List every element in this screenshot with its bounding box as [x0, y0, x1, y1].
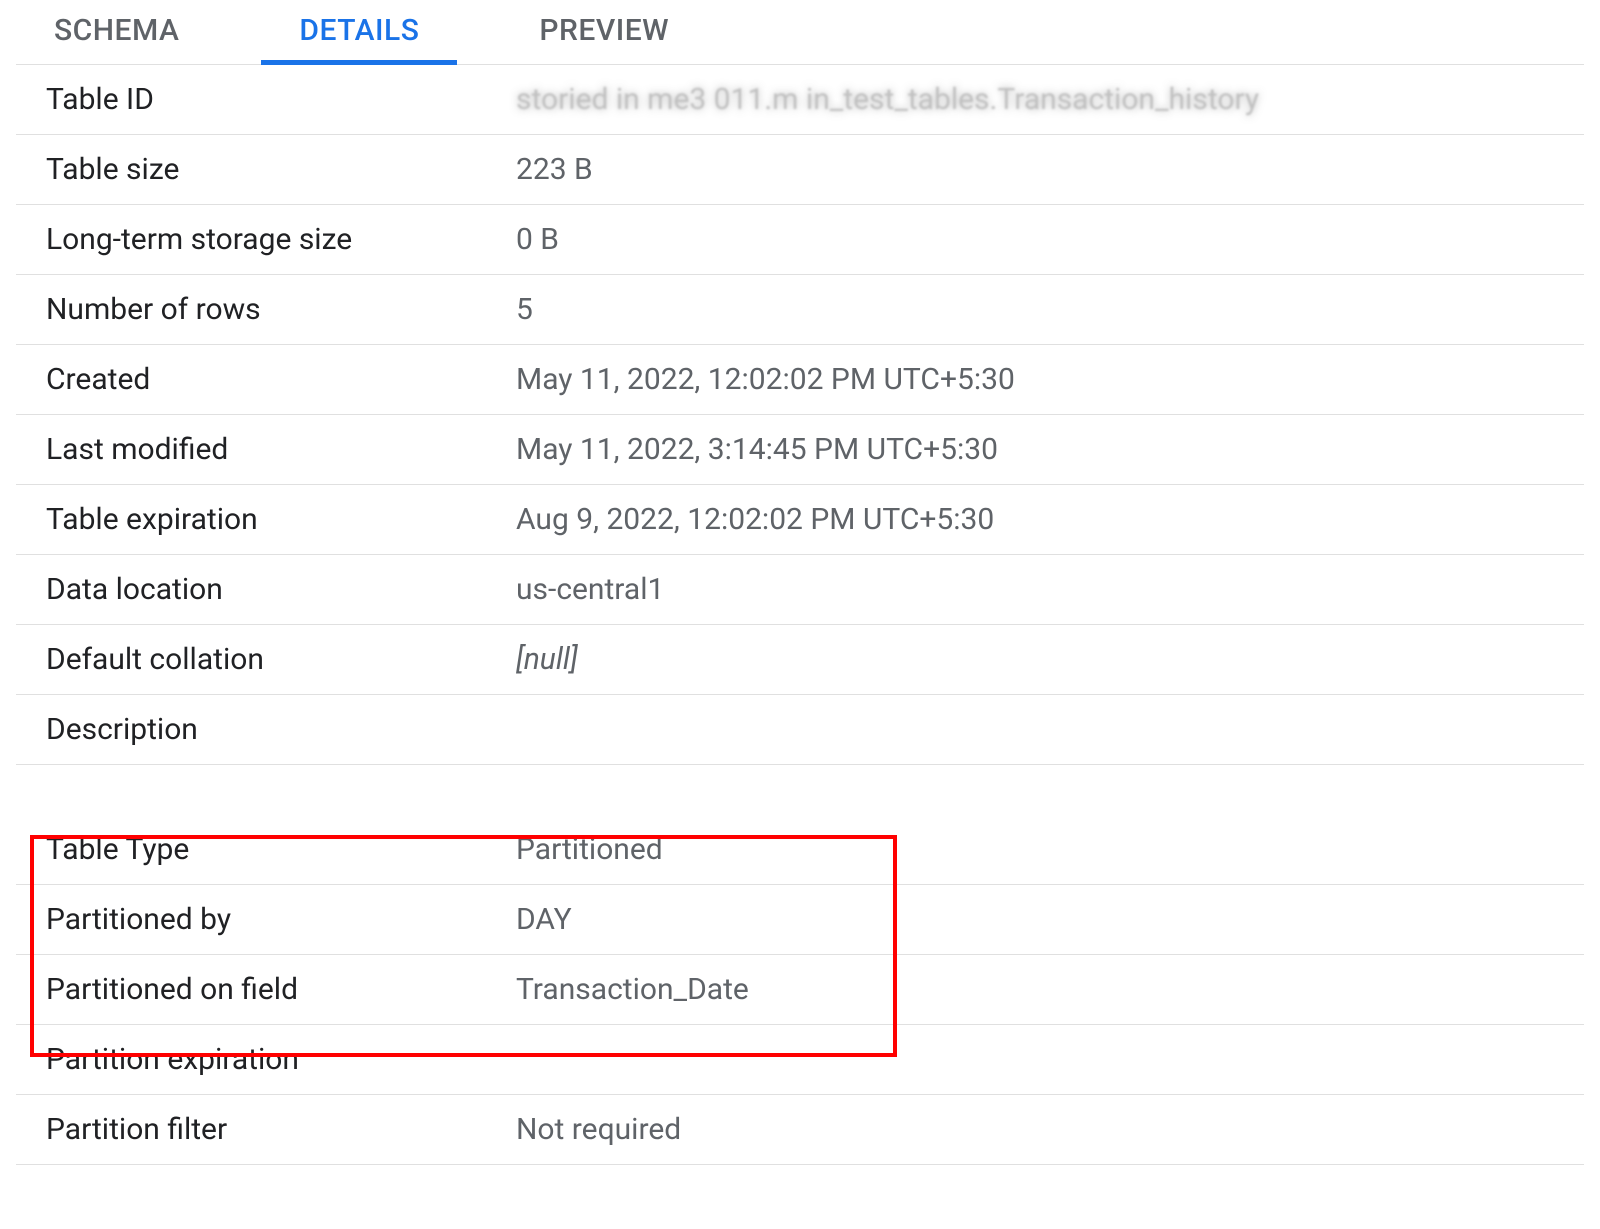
- label-table-expiration: Table expiration: [16, 486, 506, 553]
- label-description: Description: [16, 696, 506, 763]
- value-long-term-storage: 0 B: [506, 206, 1584, 273]
- label-long-term-storage: Long-term storage size: [16, 206, 506, 273]
- value-table-size: 223 B: [506, 136, 1584, 203]
- detail-row: Partition filter Not required: [16, 1095, 1584, 1165]
- value-partition-filter: Not required: [506, 1096, 1584, 1163]
- value-num-rows: 5: [506, 276, 1584, 343]
- value-default-collation: [null]: [506, 626, 1584, 693]
- label-num-rows: Number of rows: [16, 276, 506, 343]
- tab-details[interactable]: DETAILS: [289, 0, 429, 64]
- label-partitioned-by: Partitioned by: [16, 886, 506, 953]
- detail-row: Description: [16, 695, 1584, 765]
- label-data-location: Data location: [16, 556, 506, 623]
- details-panel: Table ID storied in me3 011.m in_test_ta…: [16, 65, 1584, 1165]
- value-table-expiration: Aug 9, 2022, 12:02:02 PM UTC+5:30: [506, 486, 1584, 553]
- label-created: Created: [16, 346, 506, 413]
- label-last-modified: Last modified: [16, 416, 506, 483]
- label-partition-filter: Partition filter: [16, 1096, 506, 1163]
- tab-schema[interactable]: SCHEMA: [44, 0, 189, 64]
- value-table-id: storied in me3 011.m in_test_tables.Tran…: [506, 66, 1584, 133]
- detail-row: Table ID storied in me3 011.m in_test_ta…: [16, 65, 1584, 135]
- value-created: May 11, 2022, 12:02:02 PM UTC+5:30: [506, 346, 1584, 413]
- label-partitioned-on-field: Partitioned on field: [16, 956, 506, 1023]
- value-partitioned-by: DAY: [506, 886, 1584, 953]
- value-last-modified: May 11, 2022, 3:14:45 PM UTC+5:30: [506, 416, 1584, 483]
- value-description: [506, 714, 1584, 746]
- detail-row: Default collation [null]: [16, 625, 1584, 695]
- detail-row: Table expiration Aug 9, 2022, 12:02:02 P…: [16, 485, 1584, 555]
- tabs-bar: SCHEMA DETAILS PREVIEW: [16, 0, 1584, 65]
- detail-row: Table Type Partitioned: [16, 815, 1584, 885]
- value-data-location: us-central1: [506, 556, 1584, 623]
- value-table-type: Partitioned: [506, 816, 1584, 883]
- detail-row: Partitioned by DAY: [16, 885, 1584, 955]
- label-partition-expiration: Partition expiration: [16, 1026, 506, 1093]
- tab-preview[interactable]: PREVIEW: [529, 0, 679, 64]
- detail-row: Table size 223 B: [16, 135, 1584, 205]
- detail-row: Number of rows 5: [16, 275, 1584, 345]
- value-partition-expiration: [506, 1044, 1584, 1076]
- label-default-collation: Default collation: [16, 626, 506, 693]
- detail-row: Last modified May 11, 2022, 3:14:45 PM U…: [16, 415, 1584, 485]
- detail-row: Partitioned on field Transaction_Date: [16, 955, 1584, 1025]
- detail-row: Partition expiration: [16, 1025, 1584, 1095]
- detail-row: Long-term storage size 0 B: [16, 205, 1584, 275]
- label-table-size: Table size: [16, 136, 506, 203]
- value-partitioned-on-field: Transaction_Date: [506, 956, 1584, 1023]
- label-table-type: Table Type: [16, 816, 506, 883]
- detail-row: Data location us-central1: [16, 555, 1584, 625]
- label-table-id: Table ID: [16, 66, 506, 133]
- detail-row: Created May 11, 2022, 12:02:02 PM UTC+5:…: [16, 345, 1584, 415]
